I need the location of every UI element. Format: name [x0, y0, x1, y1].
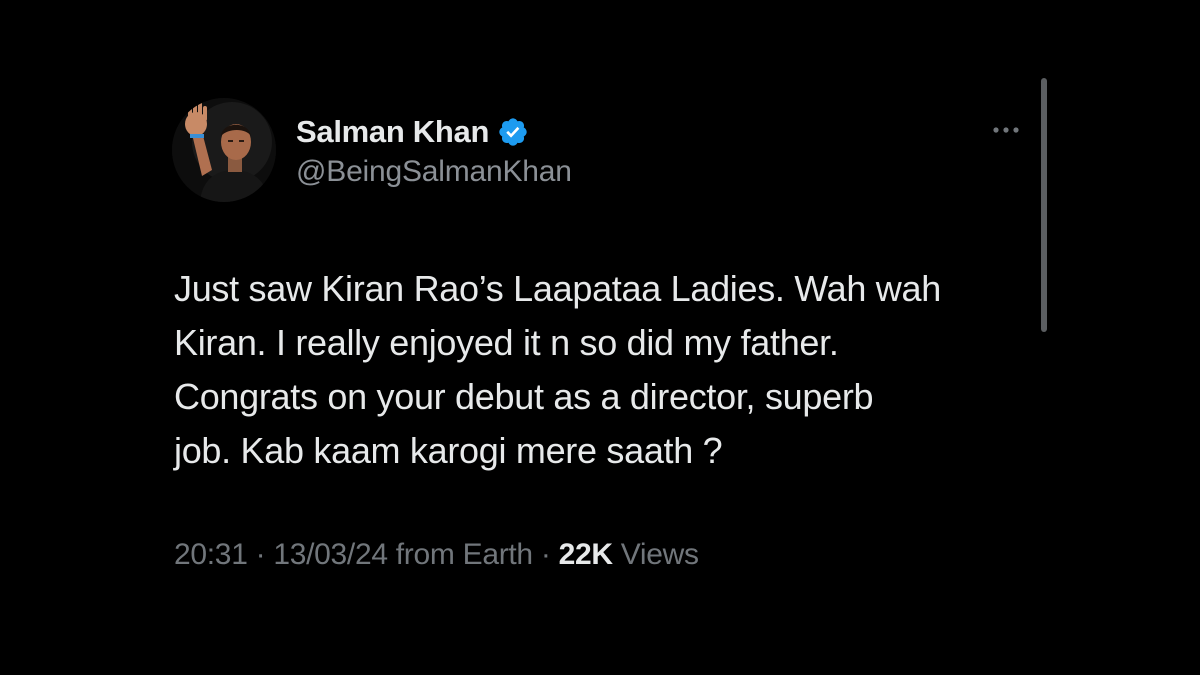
- meta-separator: ·: [532, 538, 559, 571]
- author-handle[interactable]: @BeingSalmanKhan: [296, 155, 572, 189]
- meta-separator: ·: [247, 538, 274, 571]
- author-display-name[interactable]: Salman Khan: [296, 114, 489, 150]
- tweet-time[interactable]: 20:31: [174, 538, 248, 571]
- tweet-date[interactable]: 13/03/24: [273, 538, 388, 571]
- tweet-source: from Earth: [387, 538, 533, 571]
- tweet-text: Just saw Kiran Rao’s Laapataa Ladies. Wa…: [174, 262, 1034, 478]
- views-count[interactable]: 22K: [559, 538, 613, 571]
- tweet-text-line: Congrats on your debut as a director, su…: [174, 376, 874, 417]
- tweet-text-line: Just saw Kiran Rao’s Laapataa Ladies. Wa…: [174, 268, 941, 309]
- tweet-screen: Salman Khan @BeingSalmanKhan Just saw Ki…: [0, 0, 1200, 675]
- scrollbar[interactable]: [1041, 78, 1047, 332]
- tweet-metadata: 20:31 · 13/03/24 from Earth · 22K Views: [174, 538, 699, 572]
- avatar-photo: [172, 98, 276, 202]
- more-options-icon[interactable]: [988, 118, 1028, 142]
- tweet-text-line: job. Kab kaam karogi mere saath ?: [174, 430, 723, 471]
- profile-avatar[interactable]: [172, 98, 276, 202]
- tweet-text-line: Kiran. I really enjoyed it n so did my f…: [174, 322, 839, 363]
- verified-badge-icon: [497, 116, 529, 148]
- author-name-row[interactable]: Salman Khan: [296, 112, 529, 152]
- views-label: Views: [612, 538, 699, 571]
